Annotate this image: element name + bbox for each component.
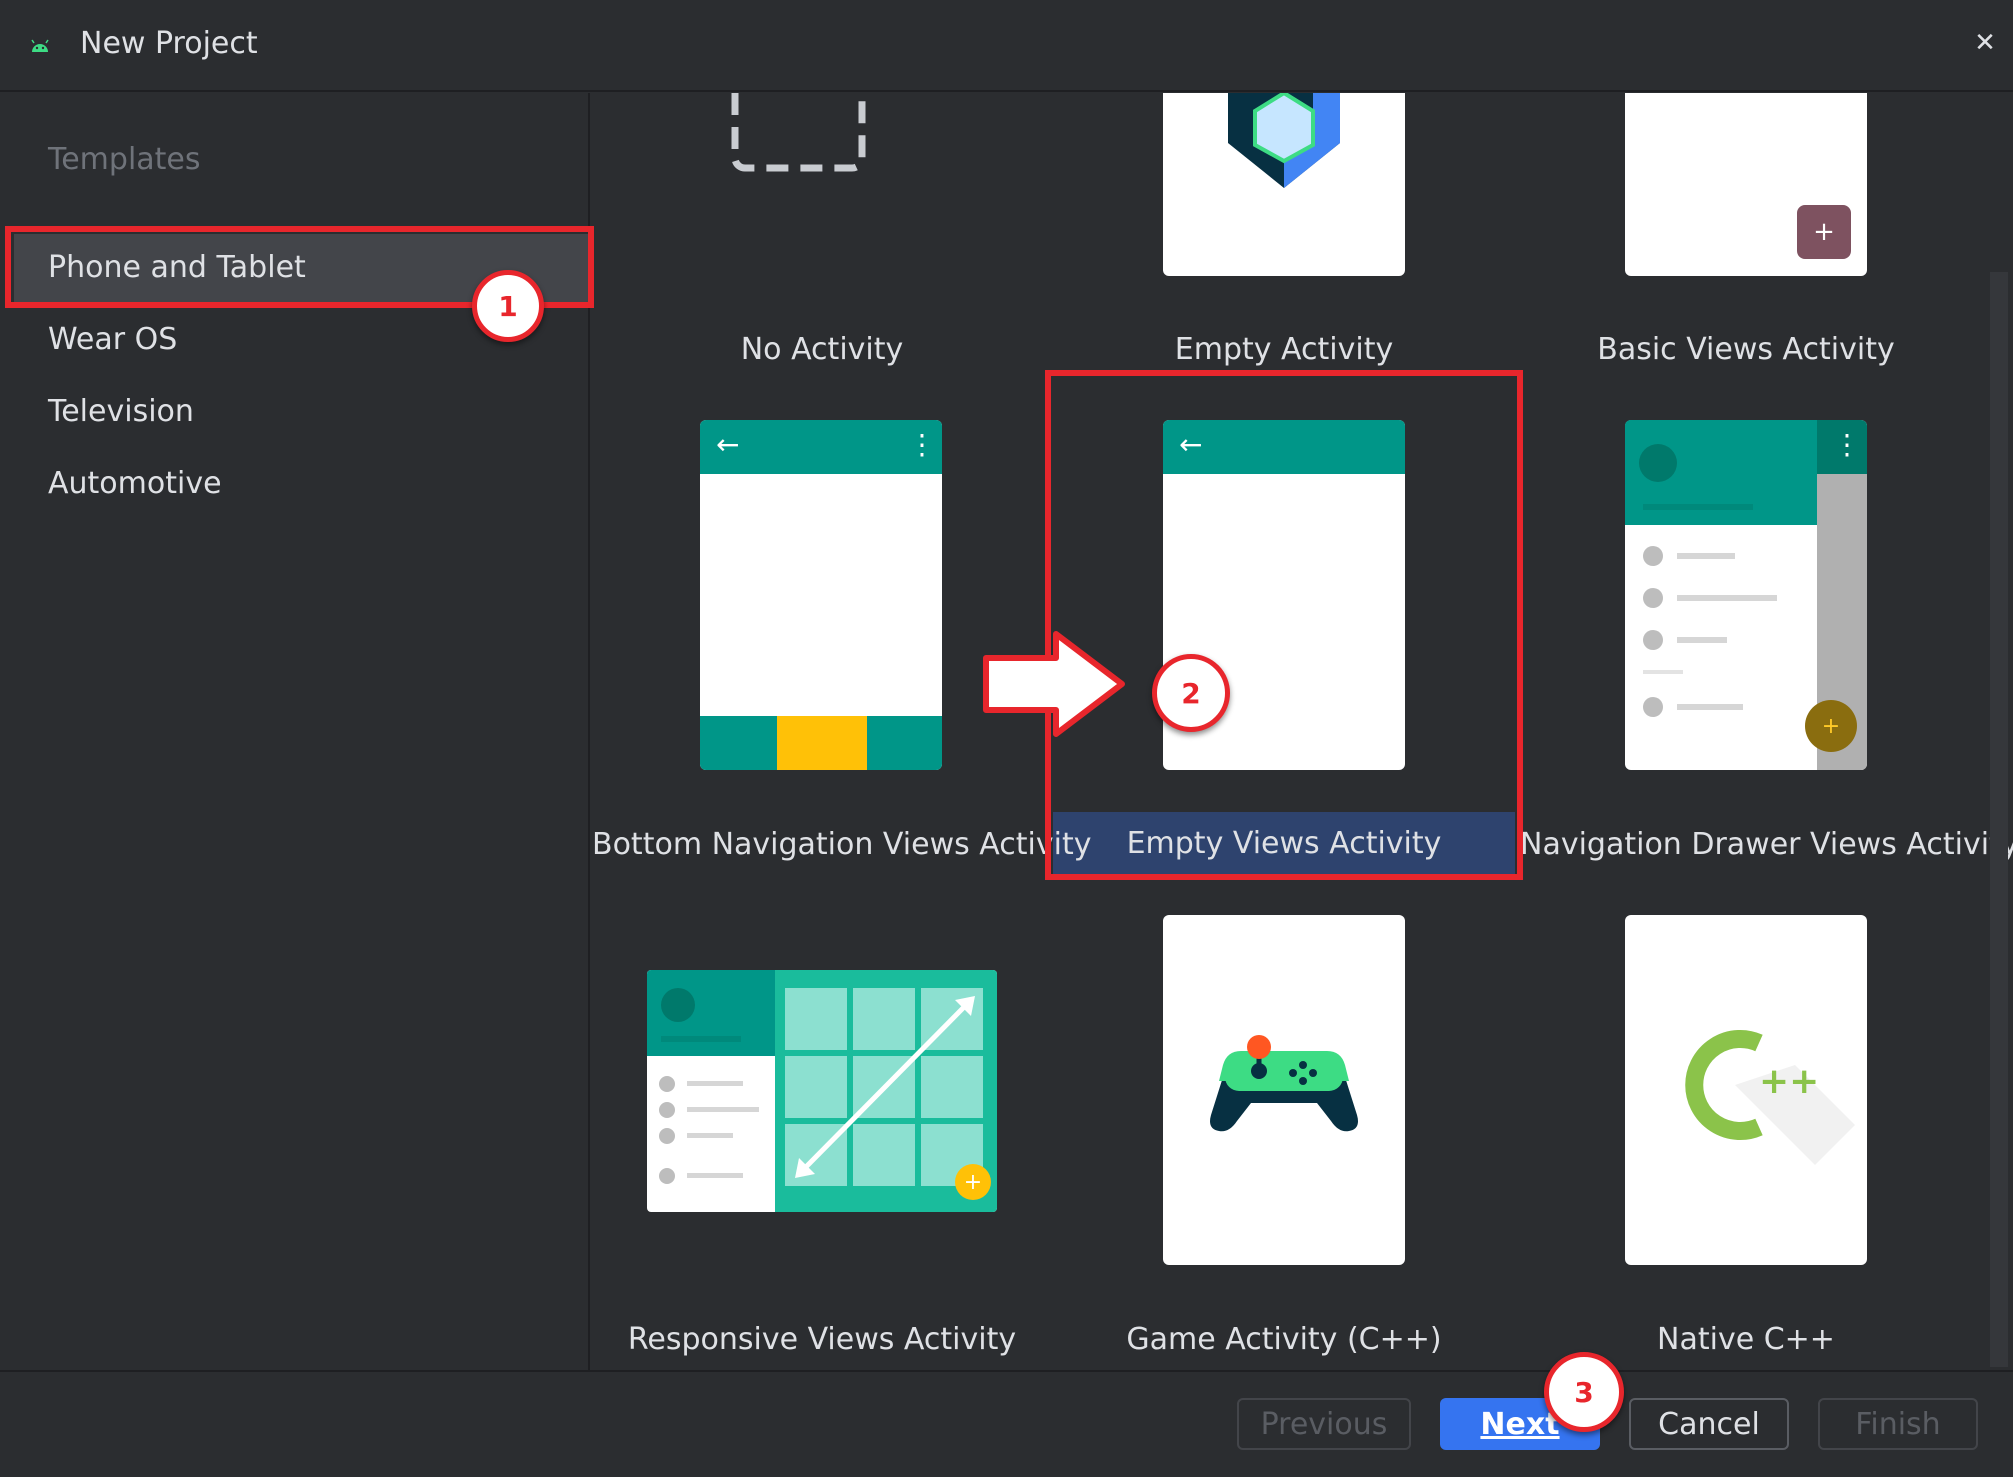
annotation-arrow-icon [983,631,1125,737]
sidebar-item-wear-os[interactable]: Wear OS [48,315,177,365]
template-game-activity[interactable] [1163,915,1405,1265]
bottom-navigation-active-item [777,716,867,770]
template-basic-views-activity[interactable]: + [1625,93,1867,276]
responsive-grid-panel: + [775,970,997,1212]
close-button[interactable]: ✕ [1968,26,2002,60]
template-label-bottom-navigation-views-activity: Bottom Navigation Views Activity [592,827,1092,862]
previous-button[interactable]: Previous [1237,1398,1411,1450]
drawer-avatar-icon [1639,444,1677,482]
annotation-badge-1: 1 [472,270,544,342]
back-arrow-icon: ← [716,428,740,461]
template-label-game-activity: Game Activity (C++) [1126,1322,1442,1357]
template-label-responsive-views-activity: Responsive Views Activity [627,1322,1017,1357]
template-grid-scrollbar[interactable] [1990,272,2008,1367]
template-empty-activity[interactable] [1163,93,1405,276]
template-label-empty-activity: Empty Activity [1174,332,1394,367]
game-controller-icon [1210,1035,1358,1132]
sidebar-item-television[interactable]: Television [48,387,194,437]
jetpack-compose-icon [1228,93,1340,188]
template-label-native-cpp: Native C++ [1657,1322,1835,1357]
window-title: New Project [80,26,258,61]
annotation-badge-2: 2 [1152,654,1230,732]
template-label-navigation-drawer-views-activity: Navigation Drawer Views Activity [1520,827,2013,862]
android-studio-icon [30,38,50,54]
annotation-badge-3: 3 [1544,1352,1624,1432]
svg-text:+: + [964,1170,982,1195]
resize-diagonal-arrow-icon: + [785,988,991,1200]
cancel-button[interactable]: Cancel [1629,1398,1789,1450]
fab-plus-icon: + [1797,205,1851,259]
no-activity-placeholder-icon [731,93,866,172]
cpp-logo-icon [1685,1030,1855,1165]
template-responsive-views-activity[interactable]: + [647,970,997,1212]
cpp-plus-plus-text: ++ [1759,1061,1820,1102]
fab-plus-icon: + [1805,700,1857,752]
overflow-menu-icon: ⋮ [908,428,936,461]
sidebar-item-automotive[interactable]: Automotive [48,459,222,509]
template-navigation-drawer-views-activity[interactable]: ⋮ + [1625,420,1867,770]
template-label-basic-views-activity: Basic Views Activity [1597,332,1895,367]
template-bottom-navigation-views-activity[interactable]: ← ⋮ [700,420,942,770]
template-label-no-activity: No Activity [740,332,904,367]
title-bar [0,0,2013,92]
finish-button[interactable]: Finish [1818,1398,1978,1450]
sidebar-heading: Templates [48,142,201,177]
overflow-menu-icon: ⋮ [1833,428,1861,461]
template-native-cpp[interactable]: ++ [1625,915,1867,1265]
annotation-highlight-empty-views-activity [1045,370,1523,880]
close-icon: ✕ [1974,28,1996,58]
